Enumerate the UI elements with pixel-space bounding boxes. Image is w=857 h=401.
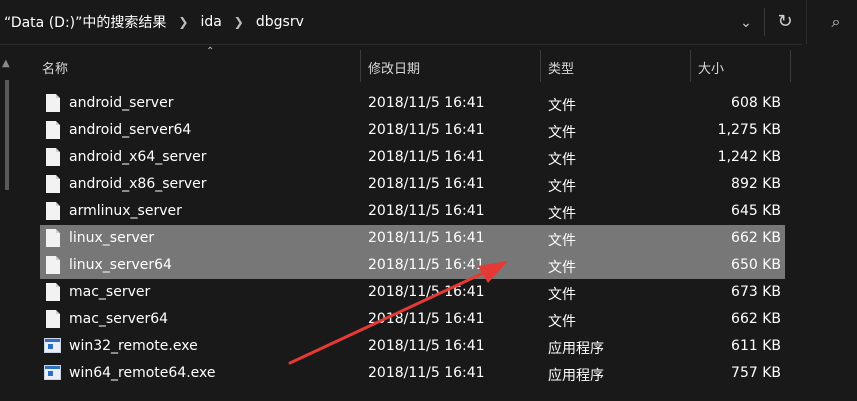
file-date: 2018/11/5 16:41 [368, 338, 485, 354]
file-name[interactable]: mac_server [69, 284, 150, 300]
file-row[interactable]: mac_server64 2018/11/5 16:41 文件 662 KB [40, 306, 785, 333]
file-date: 2018/11/5 16:41 [368, 311, 485, 327]
file-icon [46, 283, 60, 301]
file-size: 650 KB [731, 257, 781, 273]
file-size: 611 KB [731, 338, 781, 354]
breadcrumb-dbgsrv[interactable]: dbgsrv [256, 14, 304, 30]
file-row[interactable]: linux_server 2018/11/5 16:41 文件 662 KB [40, 225, 785, 252]
address-bar[interactable]: “Data (D:)”中的搜索结果 ❯ ida ❯ dbgsrv ⌄ ↻ [0, 0, 802, 45]
file-icon [46, 121, 60, 139]
column-divider[interactable] [690, 50, 691, 82]
file-row[interactable]: android_x64_server 2018/11/5 16:41 文件 1,242… [40, 144, 785, 171]
column-divider[interactable] [790, 50, 791, 82]
file-date: 2018/11/5 16:41 [368, 230, 485, 246]
application-icon [44, 365, 61, 380]
refresh-icon[interactable]: ↻ [772, 9, 798, 35]
file-type: 文件 [548, 233, 576, 249]
file-type: 应用程序 [548, 341, 604, 357]
file-size: 1,275 KB [717, 122, 781, 138]
file-row[interactable]: android_server 2018/11/5 16:41 文件 608 KB [40, 90, 785, 117]
file-icon [46, 148, 60, 166]
breadcrumb-ida[interactable]: ida [200, 14, 221, 30]
file-type: 文件 [548, 260, 576, 276]
sort-up-icon: ⌃ [206, 46, 215, 57]
file-type: 文件 [548, 287, 576, 303]
chevron-down-icon[interactable]: ⌄ [735, 12, 757, 34]
file-icon [46, 94, 60, 112]
scrollbar-thumb[interactable] [5, 80, 9, 190]
column-header-date[interactable]: 修改日期 [368, 58, 420, 77]
file-date: 2018/11/5 16:41 [368, 95, 485, 111]
divider [764, 8, 765, 36]
column-header-bar: ⌃ 名称 修改日期 类型 大小 [14, 45, 857, 83]
file-icon [46, 256, 60, 274]
file-name[interactable]: linux_server [69, 230, 154, 246]
file-name[interactable]: android_x86_server [69, 176, 207, 192]
file-date: 2018/11/5 16:41 [368, 365, 485, 381]
file-name[interactable]: android_server64 [69, 122, 191, 138]
file-name[interactable]: armlinux_server [69, 203, 182, 219]
breadcrumb-search-results[interactable]: “Data (D:)”中的搜索结果 [4, 12, 166, 32]
file-row[interactable]: mac_server 2018/11/5 16:41 文件 673 KB [40, 279, 785, 306]
file-type: 文件 [548, 206, 576, 222]
breadcrumb: “Data (D:)”中的搜索结果 ❯ ida ❯ dbgsrv [4, 12, 304, 32]
file-date: 2018/11/5 16:41 [368, 122, 485, 138]
file-name[interactable]: win32_remote.exe [69, 338, 198, 354]
file-row[interactable]: win32_remote.exe 2018/11/5 16:41 应用程序 611 K… [40, 333, 785, 360]
file-date: 2018/11/5 16:41 [368, 176, 485, 192]
file-size: 662 KB [731, 230, 781, 246]
file-name[interactable]: android_server [69, 95, 173, 111]
file-icon [46, 175, 60, 193]
file-size: 673 KB [731, 284, 781, 300]
file-size: 757 KB [731, 365, 781, 381]
file-type: 应用程序 [548, 368, 604, 384]
file-size: 645 KB [731, 203, 781, 219]
file-icon [46, 202, 60, 220]
file-row[interactable]: win64_remote64.exe 2018/11/5 16:41 应用程序 757… [40, 360, 785, 387]
file-name[interactable]: android_x64_server [69, 149, 207, 165]
column-header-size[interactable]: 大小 [698, 58, 724, 77]
file-icon [46, 310, 60, 328]
file-row[interactable]: android_x86_server 2018/11/5 16:41 文件 892 K… [40, 171, 785, 198]
file-date: 2018/11/5 16:41 [368, 149, 485, 165]
file-row[interactable]: armlinux_server 2018/11/5 16:41 文件 645 KB [40, 198, 785, 225]
column-divider[interactable] [540, 50, 541, 82]
chevron-right-icon[interactable]: ❯ [178, 15, 188, 29]
file-type: 文件 [548, 98, 576, 114]
file-date: 2018/11/5 16:41 [368, 257, 485, 273]
file-row[interactable]: android_server64 2018/11/5 16:41 文件 1,275 K… [40, 117, 785, 144]
file-size: 662 KB [731, 311, 781, 327]
file-type: 文件 [548, 314, 576, 330]
column-header-name[interactable]: 名称 [42, 58, 68, 77]
chevron-right-icon[interactable]: ❯ [234, 15, 244, 29]
column-header-type[interactable]: 类型 [548, 58, 574, 77]
file-type: 文件 [548, 179, 576, 195]
column-divider[interactable] [360, 50, 361, 82]
file-type: 文件 [548, 125, 576, 141]
file-type: 文件 [548, 152, 576, 168]
file-name[interactable]: win64_remote64.exe [69, 365, 216, 381]
file-size: 608 KB [731, 95, 781, 111]
file-size: 1,242 KB [717, 149, 781, 165]
file-name[interactable]: linux_server64 [69, 257, 172, 273]
application-icon [44, 338, 61, 353]
search-icon[interactable]: ⌕ [826, 12, 846, 32]
scroll-up-icon[interactable]: ▲ [2, 58, 10, 69]
file-date: 2018/11/5 16:41 [368, 203, 485, 219]
file-row[interactable]: linux_server64 2018/11/5 16:41 文件 650 KB [40, 252, 785, 279]
file-icon [46, 229, 60, 247]
file-name[interactable]: mac_server64 [69, 311, 168, 327]
file-date: 2018/11/5 16:41 [368, 284, 485, 300]
file-size: 892 KB [731, 176, 781, 192]
